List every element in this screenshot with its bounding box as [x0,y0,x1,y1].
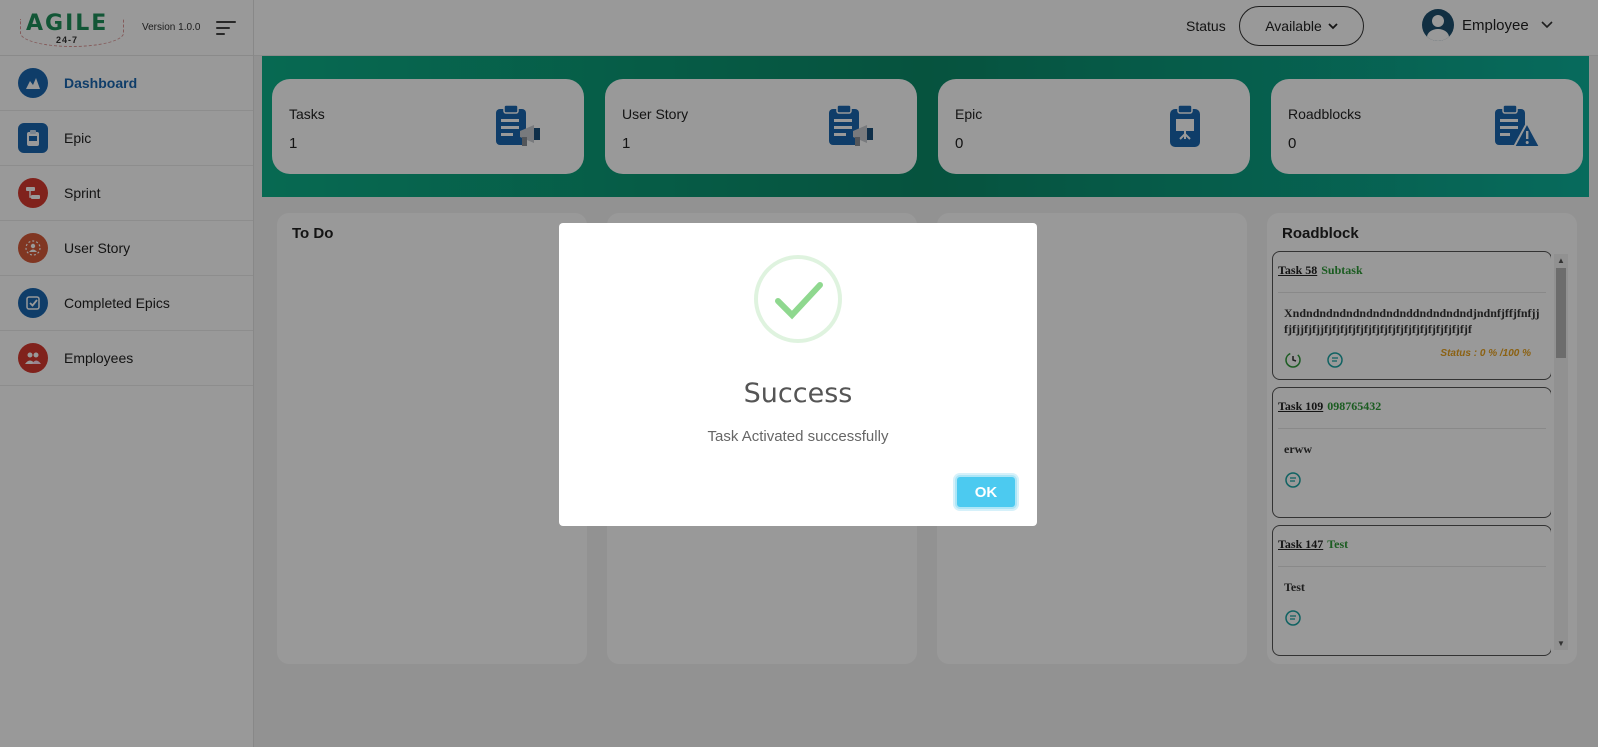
ok-button[interactable]: OK [955,475,1017,509]
dialog-title: Success [743,378,853,409]
success-check-icon [754,255,842,343]
dialog-message: Task Activated successfully [707,428,889,445]
success-dialog: Success Task Activated successfully OK [559,223,1037,526]
